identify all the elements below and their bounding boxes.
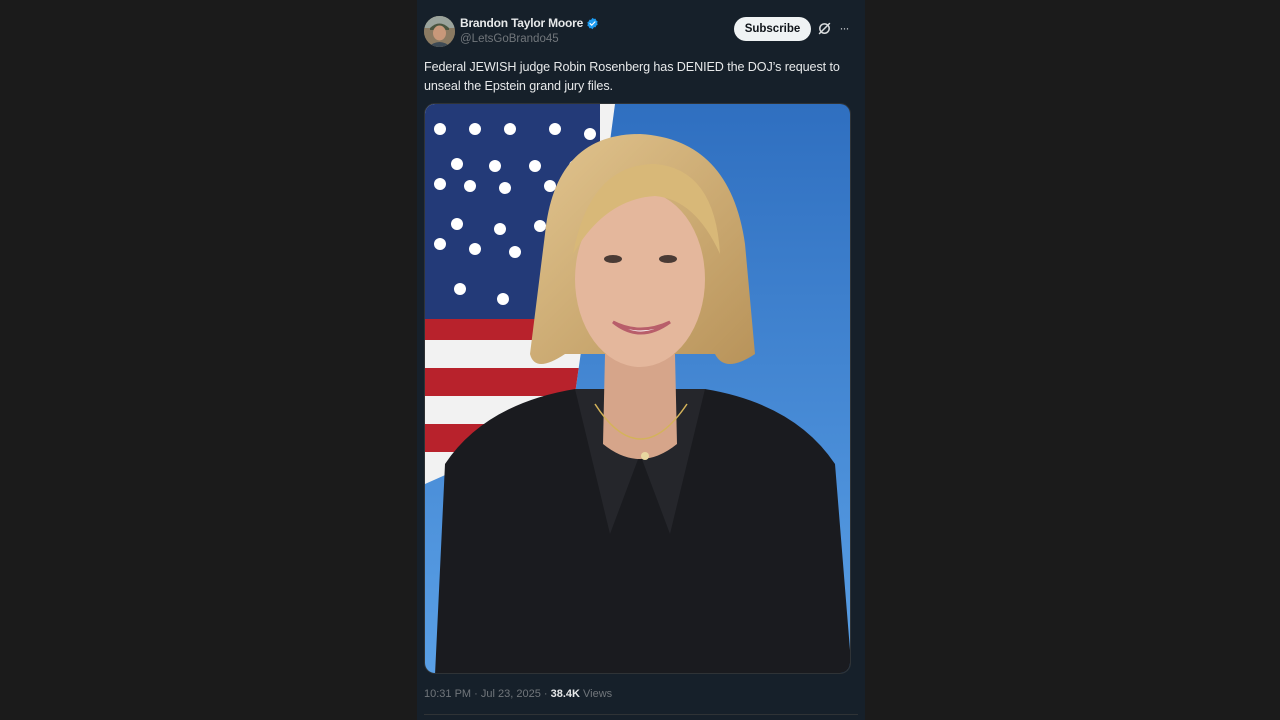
post-date[interactable]: Jul 23, 2025 (481, 688, 541, 700)
avatar[interactable] (424, 16, 455, 47)
post-media-photo[interactable] (424, 103, 851, 674)
author-display-name[interactable]: Brandon Taylor Moore (460, 16, 583, 30)
subscribe-button[interactable]: Subscribe (734, 17, 811, 41)
video-frame: Brandon Taylor Moore @LetsGoBrando45 Sub… (0, 0, 1280, 720)
meta-separator: · (471, 688, 481, 700)
views-label: Views (579, 688, 613, 700)
post-text: Federal JEWISH judge Robin Rosenberg has… (424, 60, 840, 93)
more-horizontal-icon[interactable]: ··· (837, 20, 851, 36)
photo-portrait (425, 104, 850, 673)
verified-badge-icon (586, 17, 599, 30)
views-count: 38.4K (550, 688, 580, 700)
post-meta: 10:31 PM · Jul 23, 2025 · 38.4K Views (424, 688, 612, 700)
author-name-row[interactable]: Brandon Taylor Moore (460, 16, 599, 30)
post-time[interactable]: 10:31 PM (424, 688, 471, 700)
meta-separator-2: · (540, 688, 551, 700)
avatar-image (424, 16, 455, 47)
post-card: Brandon Taylor Moore @LetsGoBrando45 Sub… (417, 0, 865, 720)
divider (424, 714, 858, 715)
grok-icon[interactable] (817, 21, 832, 36)
author-handle[interactable]: @LetsGoBrando45 (460, 33, 559, 45)
